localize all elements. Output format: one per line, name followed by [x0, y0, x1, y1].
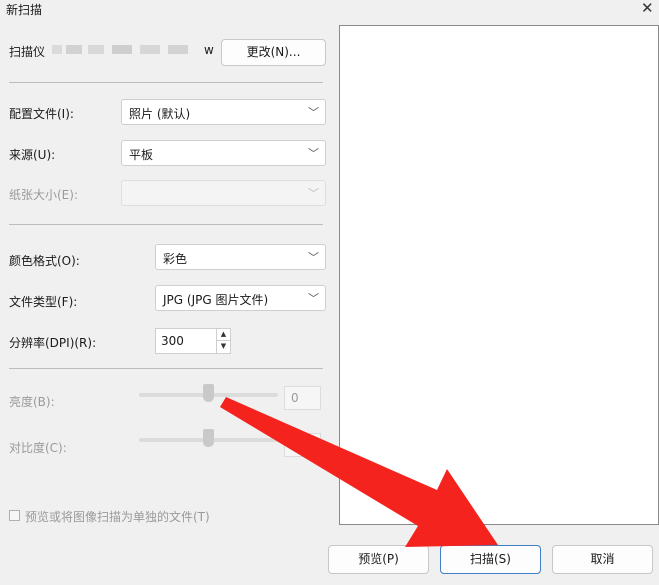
- brightness-value: 0: [284, 386, 321, 410]
- resolution-stepper[interactable]: 300 ▲ ▼: [155, 328, 231, 354]
- brightness-label: 亮度(B):: [9, 395, 55, 409]
- paper-size-label: 纸张大小(E):: [9, 188, 78, 202]
- source-value: 平板: [129, 148, 154, 162]
- resolution-value: 300: [161, 334, 184, 348]
- color-format-value: 彩色: [163, 252, 188, 266]
- preview-button[interactable]: 预览(P): [328, 545, 429, 574]
- change-scanner-button[interactable]: 更改(N)...: [221, 39, 326, 66]
- separate-files-label: 预览或将图像扫描为单独的文件(T): [25, 510, 210, 524]
- contrast-slider-thumb: [203, 429, 214, 447]
- source-label: 来源(U):: [9, 148, 56, 162]
- profile-value: 照片 (默认): [129, 107, 191, 121]
- contrast-label: 对比度(C):: [9, 441, 67, 455]
- chevron-down-icon: ﹀: [308, 251, 319, 264]
- chevron-down-icon: ﹀: [308, 106, 319, 119]
- spin-down-icon[interactable]: ▼: [217, 341, 230, 353]
- contrast-value: 0: [284, 433, 321, 457]
- divider: [9, 82, 323, 83]
- window-title: 新扫描: [6, 3, 43, 17]
- paper-size-select: ﹀: [121, 180, 326, 206]
- divider: [9, 224, 323, 225]
- resolution-label: 分辨率(DPI)(R):: [9, 336, 97, 350]
- resolution-spin-buttons[interactable]: ▲ ▼: [216, 329, 230, 353]
- chevron-down-icon: ﹀: [308, 187, 319, 200]
- chevron-down-icon: ﹀: [308, 147, 319, 160]
- separate-files-checkbox[interactable]: [9, 510, 20, 521]
- source-select[interactable]: 平板 ﹀: [121, 140, 326, 166]
- close-icon[interactable]: ✕: [641, 0, 654, 17]
- profile-select[interactable]: 照片 (默认) ﹀: [121, 99, 326, 125]
- file-type-value: JPG (JPG 图片文件): [163, 293, 269, 307]
- chevron-down-icon: ﹀: [308, 292, 319, 305]
- color-format-label: 颜色格式(O):: [9, 254, 80, 268]
- file-type-select[interactable]: JPG (JPG 图片文件) ﹀: [155, 285, 326, 311]
- scanner-name-suffix: w: [204, 43, 214, 57]
- file-type-label: 文件类型(F):: [9, 295, 78, 309]
- scanner-name-redacted: [52, 45, 202, 54]
- cancel-button[interactable]: 取消: [552, 545, 653, 574]
- brightness-slider-thumb: [203, 384, 214, 402]
- profile-label: 配置文件(I):: [9, 107, 74, 121]
- scan-button[interactable]: 扫描(S): [440, 545, 541, 574]
- spin-up-icon[interactable]: ▲: [217, 329, 230, 341]
- scanner-label: 扫描仪: [9, 45, 46, 59]
- divider: [9, 368, 323, 369]
- color-format-select[interactable]: 彩色 ﹀: [155, 244, 326, 270]
- preview-pane: [339, 25, 659, 525]
